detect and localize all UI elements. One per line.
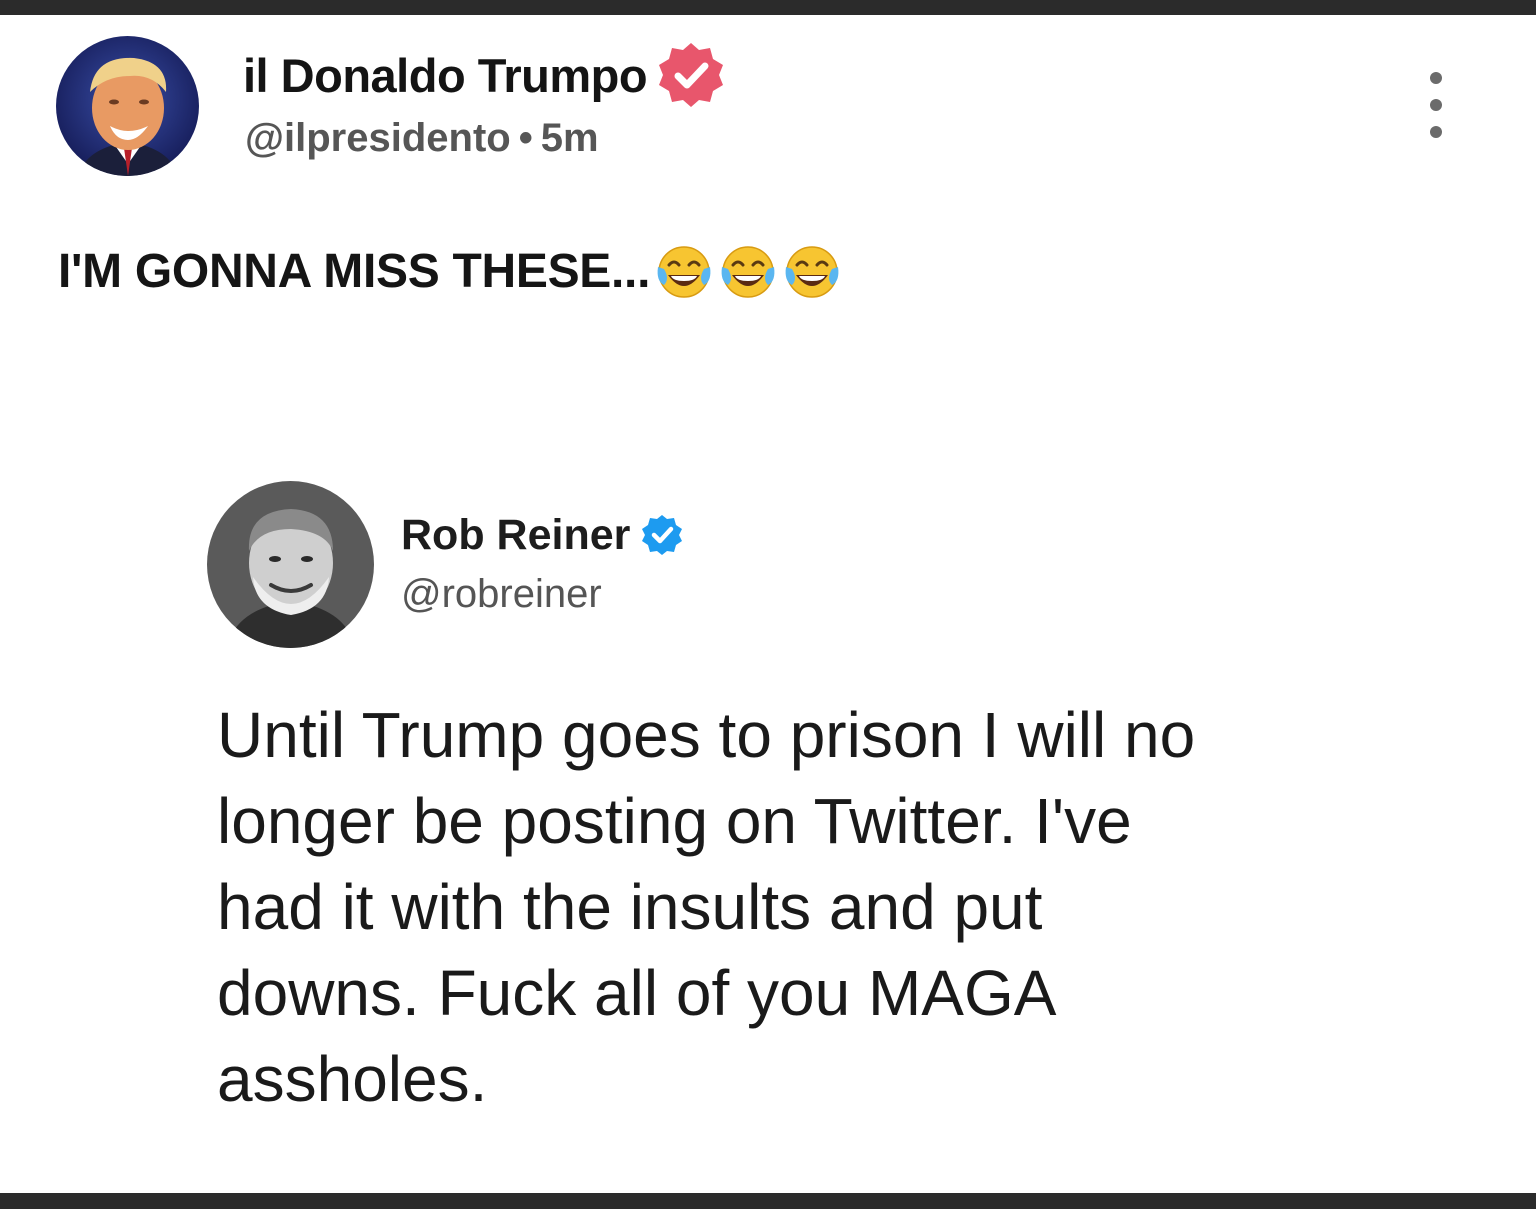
top-frame-bar (0, 0, 1536, 15)
meta-separator: • (518, 116, 533, 160)
more-vertical-icon-dot (1430, 126, 1442, 138)
embedded-tweet-line: assholes. (217, 1043, 488, 1115)
embedded-author-handle[interactable]: @robreiner (401, 572, 602, 617)
author-handle[interactable]: @ilpresidento (245, 116, 511, 160)
more-vertical-icon-dot (1430, 99, 1442, 111)
embedded-author-display-name[interactable]: Rob Reiner (401, 511, 630, 560)
embedded-tweet-line: longer be posting on Twitter. I've (217, 785, 1132, 857)
verified-badge-icon (655, 39, 727, 111)
embedded-author-avatar[interactable] (207, 481, 374, 648)
verified-badge-icon (640, 513, 684, 557)
more-vertical-icon-dot (1430, 72, 1442, 84)
embedded-author-avatar-image (207, 481, 374, 648)
author-avatar-image (56, 36, 199, 176)
post-text: I'M GONNA MISS THESE... (58, 244, 651, 298)
author-name-row: il Donaldo Trumpo (243, 40, 727, 110)
author-display-name[interactable]: il Donaldo Trumpo (243, 48, 648, 103)
embedded-tweet-line: downs. Fuck all of you MAGA (217, 957, 1057, 1029)
author-meta-row: @ilpresidento • 5m (245, 116, 599, 161)
post-timestamp[interactable]: 5m (541, 116, 599, 160)
embedded-tweet-line: Until Trump goes to prison I will no (217, 699, 1196, 771)
embedded-author-name-row: Rob Reiner (401, 508, 684, 562)
post-text-row: I'M GONNA MISS THESE... (58, 238, 842, 304)
bottom-frame-bar (0, 1193, 1536, 1209)
embedded-tweet-text: Until Trump goes to prison I will no lon… (217, 692, 1417, 1122)
more-options-button[interactable] (1418, 72, 1454, 138)
author-avatar[interactable] (56, 36, 199, 176)
face-with-tears-of-joy-icon (654, 241, 714, 301)
embedded-tweet-line: had it with the insults and put (217, 871, 1043, 943)
face-with-tears-of-joy-icon (718, 241, 778, 301)
face-with-tears-of-joy-icon (782, 241, 842, 301)
